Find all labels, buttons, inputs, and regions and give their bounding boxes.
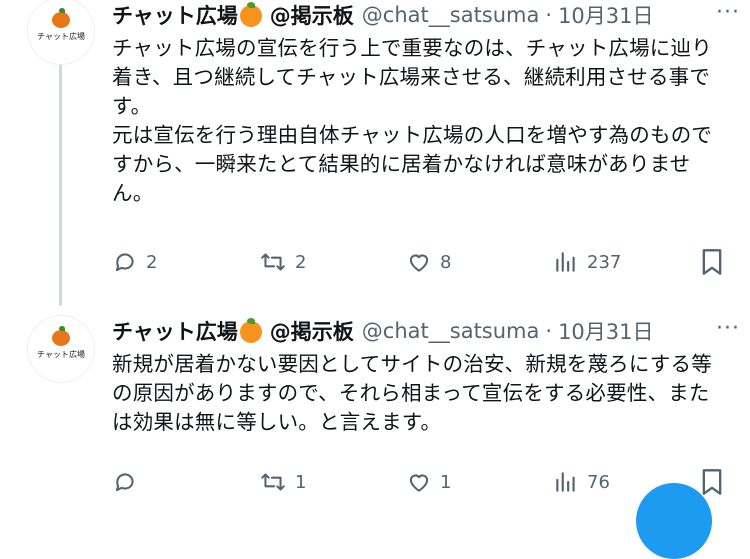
like-icon (409, 254, 429, 272)
tweet[interactable]: チャット広場 チャット広場 @掲示板 @chat__satsuma · 10月3… (0, 0, 750, 306)
like-count: 8 (440, 251, 452, 273)
avatar[interactable]: チャット広場 (28, 316, 94, 382)
like-icon (409, 474, 429, 492)
orange-emoji-icon (239, 2, 262, 27)
orange-emoji-icon (239, 318, 262, 343)
action-bar: 1 1 76 (112, 466, 724, 498)
views-icon (556, 252, 575, 272)
tweet-header: チャット広場 @掲示板 @chat__satsuma · 10月31日 (112, 2, 730, 28)
avatar-text: チャット広場 (37, 32, 85, 41)
tweet-paragraph: 新規が居着かない要因としてサイトの治安、新規を蔑ろにする等の原因がありますので、… (112, 352, 712, 434)
name-label[interactable]: @掲示板 (270, 0, 354, 30)
tweet[interactable]: チャット広場 チャット広場 @掲示板 @chat__satsuma · 10月3… (0, 310, 750, 501)
tweet-paragraph: 元は宣伝を行う理由自体チャット広場の人口を増やす為のものですから、一瞬来たとて結… (112, 123, 713, 205)
compose-button[interactable] (636, 483, 712, 559)
avatar[interactable]: チャット広場 (28, 0, 94, 64)
tweet-header: チャット広場 @掲示板 @chat__satsuma · 10月31日 (112, 318, 730, 344)
tweet-date[interactable]: 10月31日 (558, 316, 653, 346)
display-name[interactable]: チャット広場 (112, 0, 238, 30)
tweet-text: 新規が居着かない要因としてサイトの治安、新規を蔑ろにする等の原因がありますので、… (112, 350, 726, 437)
display-name[interactable]: チャット広場 (112, 316, 238, 346)
retweet-icon (261, 253, 285, 271)
reply-icon (115, 253, 134, 272)
user-handle[interactable]: @chat__satsuma (362, 3, 540, 27)
action-bar: 2 2 8 237 (112, 246, 724, 278)
separator-dot: · (545, 319, 553, 343)
retweet-icon (261, 473, 285, 491)
bookmark-icon (702, 469, 722, 495)
reply-count: 2 (146, 251, 158, 273)
tweet-text: チャット広場の宣伝を行う上で重要なのは、チャット広場に辿り着き、且つ継続してチャ… (112, 34, 726, 208)
reply-button[interactable] (112, 469, 259, 495)
thread-line (59, 62, 62, 306)
orange-logo-icon (52, 330, 70, 346)
retweet-count: 2 (295, 251, 307, 273)
leaf-icon (59, 326, 65, 331)
bookmark-button[interactable] (700, 468, 724, 496)
leaf-icon (59, 8, 65, 13)
reply-button[interactable]: 2 (112, 249, 259, 275)
user-handle[interactable]: @chat__satsuma (362, 319, 540, 343)
views-count: 237 (587, 251, 622, 273)
more-icon[interactable]: ··· (716, 318, 740, 340)
like-count: 1 (440, 471, 452, 493)
views-button[interactable]: 237 (553, 249, 700, 275)
reply-icon (115, 473, 134, 492)
like-button[interactable]: 1 (406, 469, 553, 495)
tweet-paragraph: チャット広場の宣伝を行う上で重要なのは、チャット広場に辿り着き、且つ継続してチャ… (112, 36, 712, 118)
avatar-text: チャット広場 (37, 350, 85, 359)
bookmark-button[interactable] (700, 248, 724, 276)
like-button[interactable]: 8 (406, 249, 553, 275)
views-count: 76 (587, 471, 610, 493)
retweet-button[interactable]: 2 (259, 249, 406, 275)
name-label[interactable]: @掲示板 (270, 316, 354, 346)
retweet-count: 1 (295, 471, 307, 493)
views-icon (556, 472, 575, 492)
retweet-button[interactable]: 1 (259, 469, 406, 495)
orange-logo-icon (52, 12, 70, 28)
tweet-date[interactable]: 10月31日 (558, 0, 653, 30)
bookmark-icon (702, 249, 722, 275)
separator-dot: · (545, 3, 553, 27)
more-icon[interactable]: ··· (716, 2, 740, 24)
